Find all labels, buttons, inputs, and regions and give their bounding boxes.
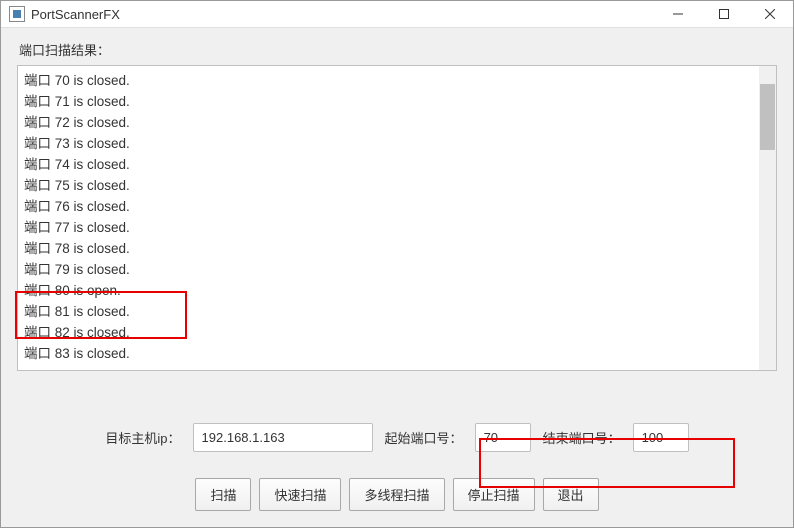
results-content: 端口 70 is closed. 端口 71 is closed. 端口 72 … xyxy=(24,70,759,366)
fast-scan-button[interactable]: 快速扫描 xyxy=(259,478,341,511)
titlebar: PortScannerFX xyxy=(1,1,793,28)
window-controls xyxy=(655,1,793,27)
end-port-input[interactable] xyxy=(633,423,689,452)
maximize-icon xyxy=(719,9,729,19)
results-label: 端口扫描结果： xyxy=(19,40,777,59)
minimize-icon xyxy=(673,9,683,19)
button-row: 扫描 快速扫描 多线程扫描 停止扫描 退出 xyxy=(17,478,777,511)
start-port-input[interactable] xyxy=(475,423,531,452)
start-port-label: 起始端口号： xyxy=(385,428,463,447)
scrollbar-thumb[interactable] xyxy=(760,84,775,150)
scan-button[interactable]: 扫描 xyxy=(195,478,251,511)
host-label: 目标主机ip： xyxy=(105,428,180,447)
maximize-button[interactable] xyxy=(701,1,747,27)
end-port-label: 结束端口号： xyxy=(543,428,621,447)
close-button[interactable] xyxy=(747,1,793,27)
exit-button[interactable]: 退出 xyxy=(543,478,599,511)
content-area: 端口扫描结果： 端口 70 is closed. 端口 71 is closed… xyxy=(1,28,793,527)
close-icon xyxy=(765,9,775,19)
window-title: PortScannerFX xyxy=(31,7,120,22)
multithread-scan-button[interactable]: 多线程扫描 xyxy=(349,478,444,511)
app-icon xyxy=(9,6,25,22)
app-window: PortScannerFX 端口扫描结果： 端口 70 is closed. 端… xyxy=(0,0,794,528)
stop-scan-button[interactable]: 停止扫描 xyxy=(453,478,535,511)
results-textarea[interactable]: 端口 70 is closed. 端口 71 is closed. 端口 72 … xyxy=(17,65,777,371)
host-input[interactable] xyxy=(193,423,373,452)
minimize-button[interactable] xyxy=(655,1,701,27)
scrollbar[interactable] xyxy=(759,66,776,370)
form-row: 目标主机ip： 起始端口号： 结束端口号： xyxy=(17,423,777,452)
